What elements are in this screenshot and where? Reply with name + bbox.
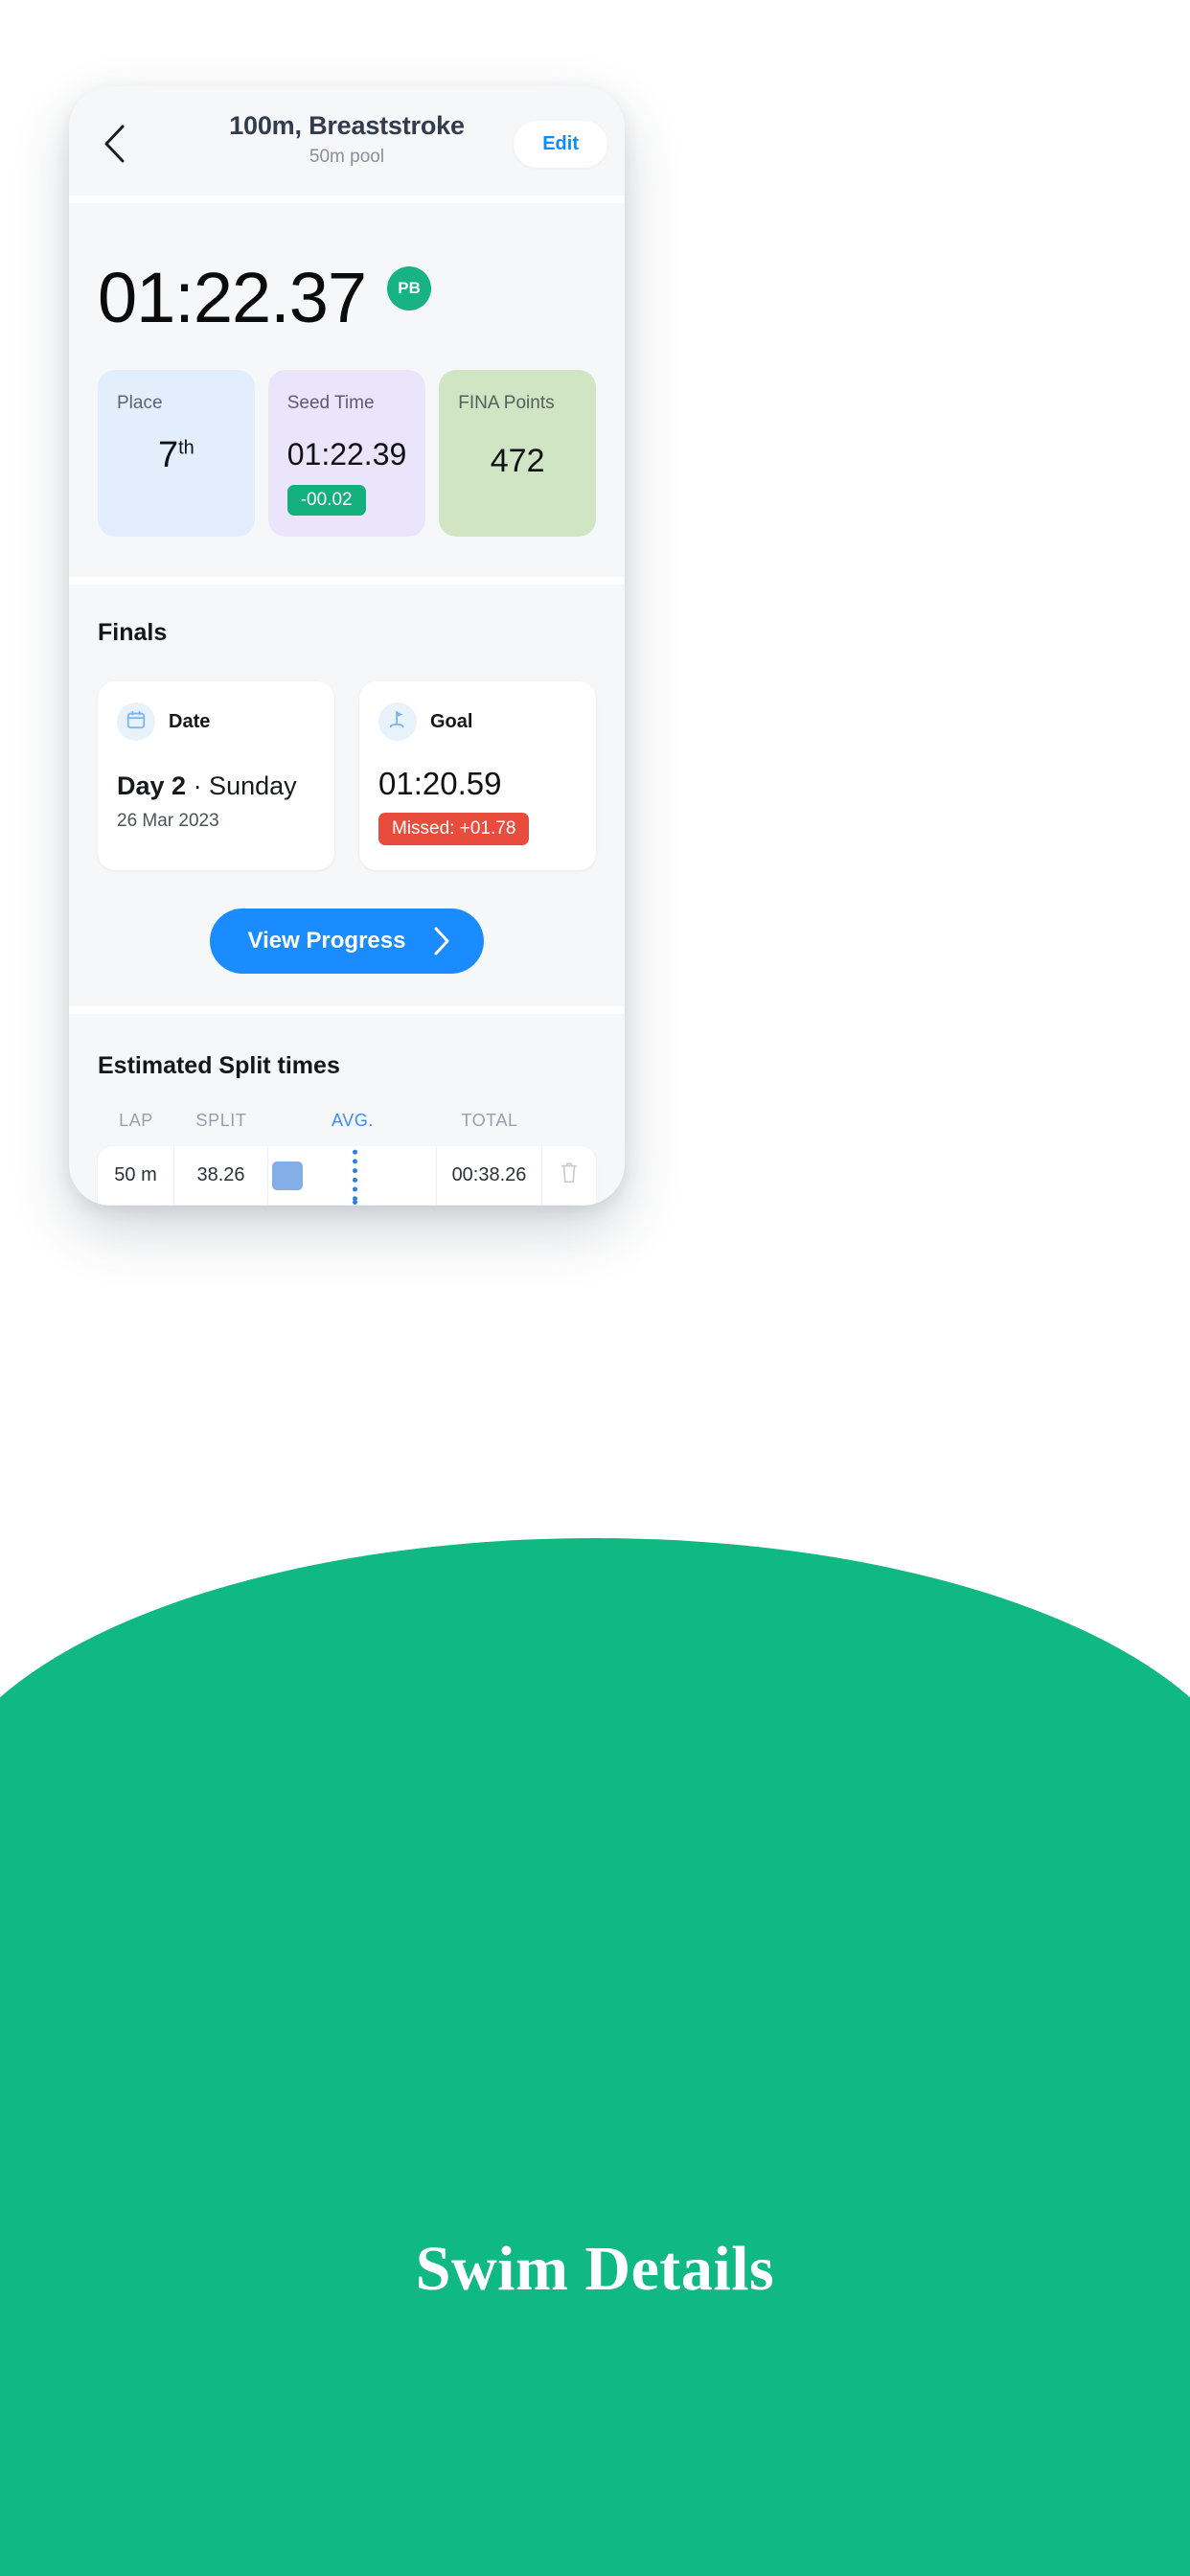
stat-value-place: 7th <box>117 435 236 476</box>
cell-split: 38.26 <box>174 1146 268 1205</box>
stat-value-fina-points: 472 <box>490 443 545 479</box>
green-flat-background <box>0 1821 1190 2576</box>
split-bar <box>272 1161 303 1190</box>
table-row[interactable]: 50 m 38.26 00:38.26 <box>98 1146 596 1206</box>
col-header-total: TOTAL <box>461 1111 518 1130</box>
col-header-lap: LAP <box>119 1111 153 1130</box>
calendar-icon-circle <box>117 702 155 741</box>
stat-label-seed-time: Seed Time <box>286 393 375 413</box>
date-card-day-bold: Day 2 <box>117 771 187 800</box>
section-divider-1 <box>69 577 625 585</box>
view-progress-label: View Progress <box>247 928 406 954</box>
col-header-avg[interactable]: AVG. <box>268 1111 437 1131</box>
average-marker-line <box>352 1200 357 1206</box>
col-header-delete <box>542 1111 596 1131</box>
stat-card-row: Place 7th Seed Time 01:22.39 -00.02 FINA… <box>69 370 625 577</box>
date-card-day: Day 2 · Sunday <box>117 771 315 801</box>
page-title: 100m, Breaststroke <box>229 111 465 140</box>
edit-button[interactable]: Edit <box>514 121 607 168</box>
result-time: 01:22.37 <box>98 258 367 337</box>
stat-card-fina-points[interactable]: FINA Points 472 <box>439 370 596 537</box>
result-summary-section: 01:22.37 PB Place 7th Seed Time 01:22.39… <box>69 203 625 577</box>
stat-card-seed-time[interactable]: Seed Time 01:22.39 -00.02 <box>267 370 426 537</box>
flag-icon <box>387 709 408 735</box>
date-card-day-rest: · Sunday <box>186 771 297 800</box>
hero-time-block: 01:22.37 PB <box>69 203 625 370</box>
seed-time-delta-badge: -00.02 <box>286 485 366 516</box>
col-header-split: SPLIT <box>195 1111 247 1130</box>
place-suffix: th <box>178 437 195 459</box>
date-card-title: Date <box>169 710 211 732</box>
splits-section: Estimated Split times LAP SPLIT AVG. TOT… <box>69 1014 625 1206</box>
chevron-right-icon <box>432 926 451 956</box>
stat-card-place[interactable]: Place 7th <box>98 370 255 537</box>
goal-card[interactable]: Goal 01:20.59 Missed: +01.78 <box>359 681 596 870</box>
splits-header-row: LAP SPLIT AVG. TOTAL <box>98 1111 596 1131</box>
stat-label-place: Place <box>117 393 163 413</box>
stat-label-fina-points: FINA Points <box>458 393 555 413</box>
app-header: 100m, Breaststroke 50m pool Edit <box>69 86 625 196</box>
splits-title: Estimated Split times <box>98 1052 340 1079</box>
cell-total: 00:38.26 <box>437 1146 542 1205</box>
finals-card-row: Date Day 2 · Sunday 26 Mar 2023 Goal 01:… <box>98 681 596 870</box>
personal-best-badge: PB <box>387 266 432 310</box>
finals-section: Finals Date Day 2 · Sunday 26 Mar 2023 G… <box>69 585 625 1006</box>
goal-card-time: 01:20.59 <box>378 766 502 801</box>
finals-title: Finals <box>98 619 168 646</box>
delete-row-button[interactable] <box>542 1146 596 1205</box>
stat-value-seed-time: 01:22.39 <box>286 437 407 472</box>
place-number: 7 <box>157 435 179 475</box>
phone-mockup: 100m, Breaststroke 50m pool Edit 01:22.3… <box>69 86 625 1206</box>
trash-icon <box>559 1161 580 1191</box>
cell-lap: 50 m <box>98 1146 174 1205</box>
back-button[interactable] <box>92 121 138 167</box>
splits-table: 50 m 38.26 00:38.26 <box>98 1146 596 1206</box>
date-card-date: 26 Mar 2023 <box>117 811 219 831</box>
header-divider <box>69 196 625 203</box>
flag-icon-circle <box>378 702 417 741</box>
chevron-left-icon <box>103 124 127 164</box>
header-title-block: 100m, Breaststroke 50m pool <box>229 86 465 168</box>
goal-missed-badge: Missed: +01.78 <box>378 813 530 845</box>
calendar-icon <box>126 709 147 735</box>
goal-card-title: Goal <box>430 710 473 732</box>
date-card[interactable]: Date Day 2 · Sunday 26 Mar 2023 <box>98 681 334 870</box>
page-subtitle: 50m pool <box>309 147 385 167</box>
cell-bar <box>268 1146 437 1206</box>
average-marker-line <box>352 1146 357 1206</box>
view-progress-button[interactable]: View Progress <box>209 908 485 974</box>
page-caption: Swim Details <box>415 2234 775 2304</box>
section-divider-2 <box>69 1006 625 1014</box>
screenshot-root: 100m, Breaststroke 50m pool Edit 01:22.3… <box>0 0 1190 2576</box>
